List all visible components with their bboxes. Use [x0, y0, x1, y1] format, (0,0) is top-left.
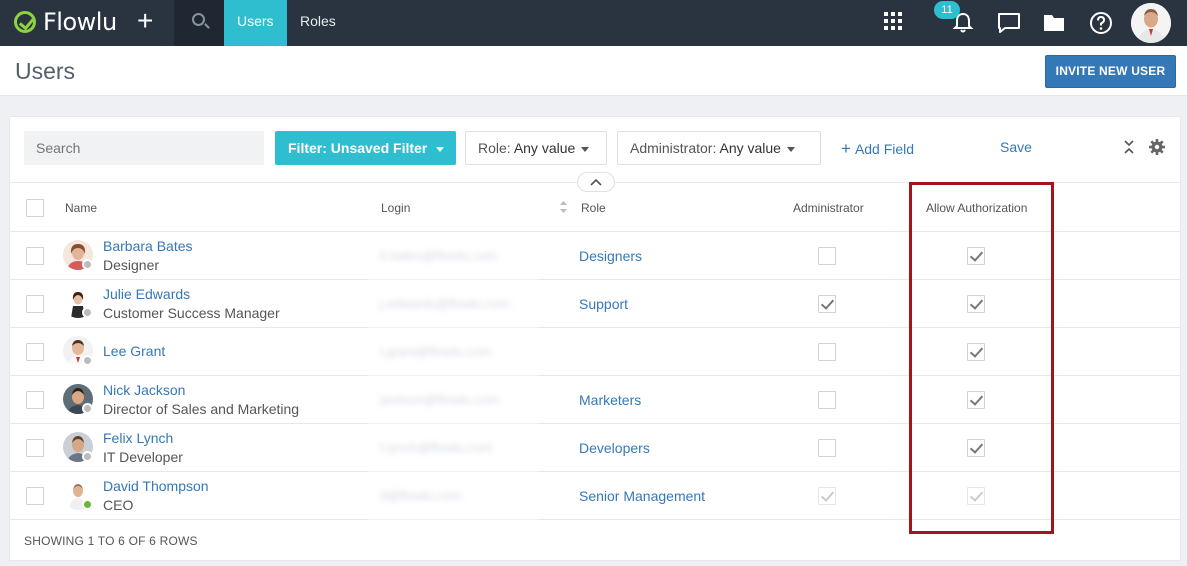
chevron-up-icon [590, 178, 602, 186]
collapse-toolbar-toggle[interactable] [577, 172, 615, 192]
role-link[interactable]: Marketers [579, 392, 641, 408]
row-select-checkbox[interactable] [26, 295, 44, 313]
column-header-role[interactable]: Role [581, 201, 606, 215]
status-indicator [82, 451, 93, 462]
row-select-checkbox[interactable] [26, 391, 44, 409]
administrator-checkbox[interactable] [818, 439, 836, 457]
flowlu-logo[interactable]: Flowlu [14, 8, 117, 36]
top-navigation-bar: Flowlu + Users Roles 11 [0, 0, 1187, 46]
role-link[interactable]: Senior Management [579, 488, 705, 504]
current-user-avatar[interactable] [1131, 3, 1171, 43]
gear-icon[interactable] [1148, 138, 1166, 156]
collapse-filters-icon[interactable] [1123, 139, 1135, 155]
tab-users[interactable]: Users [224, 0, 287, 46]
folder-icon[interactable] [1041, 10, 1067, 36]
user-position: Designer [103, 257, 160, 273]
sort-icon[interactable] [559, 199, 568, 215]
login-column-blur-overlay [368, 233, 538, 523]
column-header-administrator[interactable]: Administrator [793, 201, 864, 215]
status-indicator [82, 307, 93, 318]
user-position: Director of Sales and Marketing [103, 401, 300, 417]
search-icon [192, 13, 205, 26]
page-header: Users INVITE NEW USER [0, 46, 1187, 96]
administrator-filter-value: Any value [719, 140, 781, 156]
save-filter-button[interactable]: Save [1000, 139, 1032, 155]
role-filter-value: Any value [513, 140, 576, 156]
column-header-name[interactable]: Name [65, 201, 97, 215]
global-search-button[interactable] [174, 0, 224, 46]
status-indicator [82, 403, 93, 414]
add-field-button[interactable]: + Add Field [841, 139, 914, 159]
allow-authorization-highlight-box [909, 182, 1054, 534]
user-name-link[interactable]: Lee Grant [103, 343, 165, 359]
administrator-checkbox[interactable] [818, 295, 836, 313]
logo-text: Flowlu [43, 8, 117, 36]
administrator-checkbox[interactable] [818, 391, 836, 409]
administrator-filter-dropdown[interactable]: Administrator: Any value [617, 131, 821, 165]
user-name-link[interactable]: David Thompson [103, 478, 209, 494]
user-name-link[interactable]: Julie Edwards [103, 286, 190, 302]
role-link[interactable]: Developers [579, 440, 650, 456]
invite-new-user-button[interactable]: INVITE NEW USER [1045, 55, 1176, 88]
search-input[interactable] [24, 131, 264, 165]
caret-down-icon [581, 146, 590, 152]
administrator-checkbox[interactable] [818, 343, 836, 361]
column-header-login[interactable]: Login [381, 201, 410, 215]
caret-down-icon [436, 146, 445, 152]
status-indicator [82, 259, 93, 270]
row-select-checkbox[interactable] [26, 439, 44, 457]
user-name-link[interactable]: Barbara Bates [103, 238, 193, 254]
logo-check-icon [14, 11, 36, 33]
user-name-link[interactable]: Felix Lynch [103, 430, 173, 446]
filter-label: Filter: Unsaved Filter [288, 140, 428, 156]
add-field-label: Add Field [854, 141, 915, 157]
create-new-button[interactable]: + [137, 6, 153, 36]
role-link[interactable]: Designers [579, 248, 642, 264]
user-position: Customer Success Manager [103, 305, 280, 321]
administrator-checkbox [818, 487, 836, 505]
row-select-checkbox[interactable] [26, 343, 44, 361]
help-icon[interactable] [1088, 10, 1114, 36]
apps-grid-icon[interactable] [884, 12, 902, 30]
administrator-checkbox[interactable] [818, 247, 836, 265]
row-select-checkbox[interactable] [26, 487, 44, 505]
select-all-checkbox[interactable] [26, 199, 44, 217]
status-indicator [82, 499, 93, 510]
role-filter-label: Role: [478, 140, 511, 156]
status-indicator [82, 355, 93, 366]
role-filter-dropdown[interactable]: Role: Any value [465, 131, 607, 165]
administrator-filter-label: Administrator: [630, 140, 717, 156]
user-avatar-image [1131, 3, 1171, 43]
pagination-summary: SHOWING 1 TO 6 OF 6 ROWS [24, 534, 198, 548]
notification-count-badge: 11 [934, 1, 960, 19]
page-title: Users [15, 58, 76, 84]
row-select-checkbox[interactable] [26, 247, 44, 265]
role-link[interactable]: Support [579, 296, 628, 312]
user-name-link[interactable]: Nick Jackson [103, 382, 185, 398]
plus-icon: + [841, 139, 851, 158]
user-position: IT Developer [103, 449, 183, 465]
caret-down-icon [786, 146, 795, 152]
tab-roles[interactable]: Roles [287, 0, 349, 46]
chat-icon[interactable] [996, 10, 1022, 36]
filter-dropdown-button[interactable]: Filter: Unsaved Filter [275, 131, 456, 165]
user-position: CEO [103, 497, 134, 513]
